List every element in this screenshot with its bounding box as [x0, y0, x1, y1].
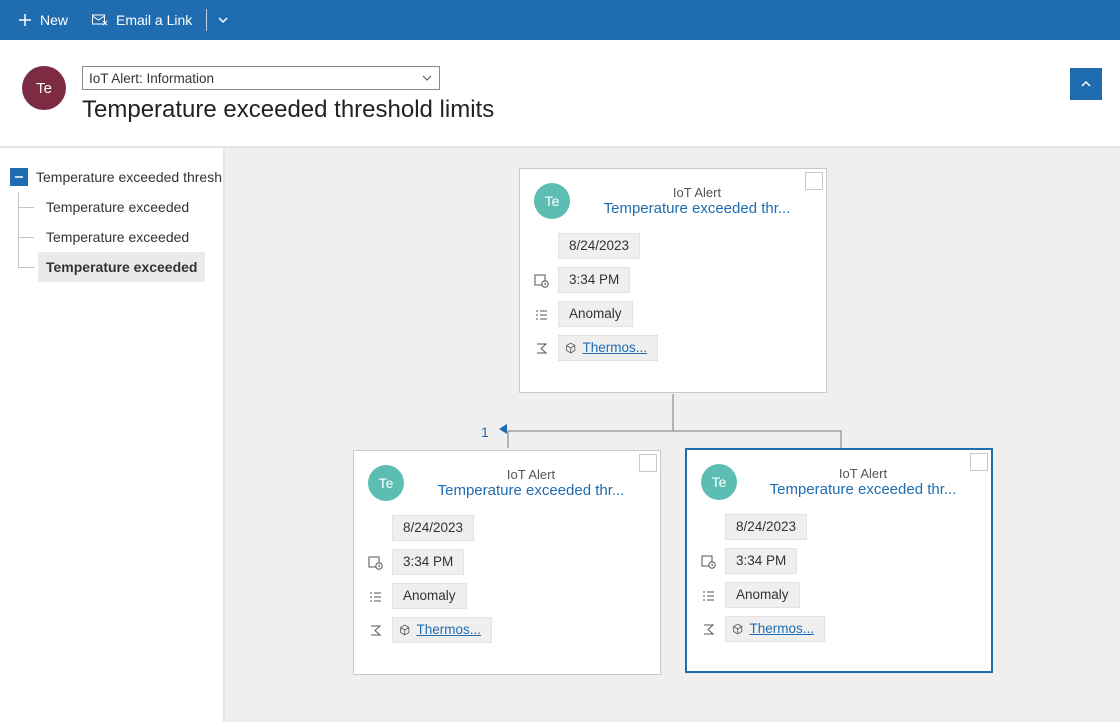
sigma-icon [366, 623, 384, 638]
chevron-down-icon [217, 14, 229, 26]
cube-icon [732, 622, 743, 636]
card-status-field: Anomaly [725, 582, 800, 608]
form-selector-label: IoT Alert: Information [89, 71, 214, 86]
card-status-field: Anomaly [392, 583, 467, 609]
hierarchy-canvas[interactable]: 1 Te IoT Alert Temperature exceeded thr.… [225, 148, 1120, 722]
card-device-link[interactable]: Thermos... [725, 616, 825, 642]
record-avatar: Te [22, 66, 66, 110]
email-link-label: Email a Link [116, 12, 192, 28]
card-select-checkbox[interactable] [970, 453, 988, 471]
card-time-field: 3:34 PM [392, 549, 464, 575]
pager-count: 1 [481, 424, 489, 440]
tree-collapse-toggle[interactable] [10, 168, 28, 186]
cube-icon [565, 341, 576, 355]
tree-item-label: Temperature exceeded [38, 252, 205, 282]
list-icon [532, 307, 550, 322]
tree-root-label: Temperature exceeded thresh [36, 162, 223, 192]
card-date-field: 8/24/2023 [558, 233, 640, 259]
card-select-checkbox[interactable] [639, 454, 657, 472]
calendar-clock-icon [532, 273, 550, 288]
cube-icon [399, 623, 410, 637]
tree-item-label: Temperature exceeded [38, 192, 197, 222]
tree-item[interactable]: Temperature exceeded [0, 222, 223, 252]
card-title-link[interactable]: Temperature exceeded thr... [582, 200, 812, 217]
tree-item-label: Temperature exceeded [38, 222, 197, 252]
sigma-icon [699, 622, 717, 637]
card-entity-type: IoT Alert [749, 466, 977, 481]
card-title-link[interactable]: Temperature exceeded thr... [416, 482, 646, 499]
card-time-field: 3:34 PM [725, 548, 797, 574]
list-icon [366, 589, 384, 604]
new-button-label: New [40, 12, 68, 28]
card-avatar: Te [701, 464, 737, 500]
plus-icon [18, 13, 32, 27]
card-date-field: 8/24/2023 [392, 515, 474, 541]
sigma-icon [532, 341, 550, 356]
card-avatar: Te [534, 183, 570, 219]
calendar-clock-icon [699, 554, 717, 569]
command-bar: New Email a Link [0, 0, 1120, 40]
list-icon [699, 588, 717, 603]
card-title-link[interactable]: Temperature exceeded thr... [749, 481, 977, 498]
command-separator [206, 9, 207, 31]
record-title: Temperature exceeded threshold limits [82, 96, 1070, 124]
email-link-button[interactable]: Email a Link [80, 0, 204, 40]
triangle-left-icon [497, 422, 509, 436]
record-header: Te IoT Alert: Information Temperature ex… [0, 40, 1120, 146]
tree-root[interactable]: Temperature exceeded thresh [0, 162, 223, 192]
pager-prev-button[interactable] [497, 422, 509, 441]
new-button[interactable]: New [6, 0, 80, 40]
hierarchy-card-parent[interactable]: Te IoT Alert Temperature exceeded thr...… [519, 168, 827, 393]
minus-icon [14, 172, 24, 182]
card-time-field: 3:34 PM [558, 267, 630, 293]
card-status-field: Anomaly [558, 301, 633, 327]
tree-item[interactable]: Temperature exceeded [0, 252, 223, 282]
hierarchy-card-child[interactable]: Te IoT Alert Temperature exceeded thr...… [353, 450, 661, 675]
card-entity-type: IoT Alert [582, 185, 812, 200]
form-selector[interactable]: IoT Alert: Information [82, 66, 440, 90]
child-pager: 1 [481, 422, 509, 441]
card-select-checkbox[interactable] [805, 172, 823, 190]
email-link-icon [92, 13, 108, 27]
card-device-link[interactable]: Thermos... [558, 335, 658, 361]
collapse-header-button[interactable] [1070, 68, 1102, 100]
chevron-down-icon [421, 72, 433, 84]
more-commands-button[interactable] [209, 0, 237, 40]
card-avatar: Te [368, 465, 404, 501]
tree-item[interactable]: Temperature exceeded [0, 192, 223, 222]
hierarchy-card-child[interactable]: Te IoT Alert Temperature exceeded thr...… [685, 448, 993, 673]
chevron-up-icon [1079, 77, 1093, 91]
card-date-field: 8/24/2023 [725, 514, 807, 540]
card-device-link[interactable]: Thermos... [392, 617, 492, 643]
hierarchy-tree: Temperature exceeded thresh Temperature … [0, 148, 225, 722]
calendar-clock-icon [366, 555, 384, 570]
card-entity-type: IoT Alert [416, 467, 646, 482]
